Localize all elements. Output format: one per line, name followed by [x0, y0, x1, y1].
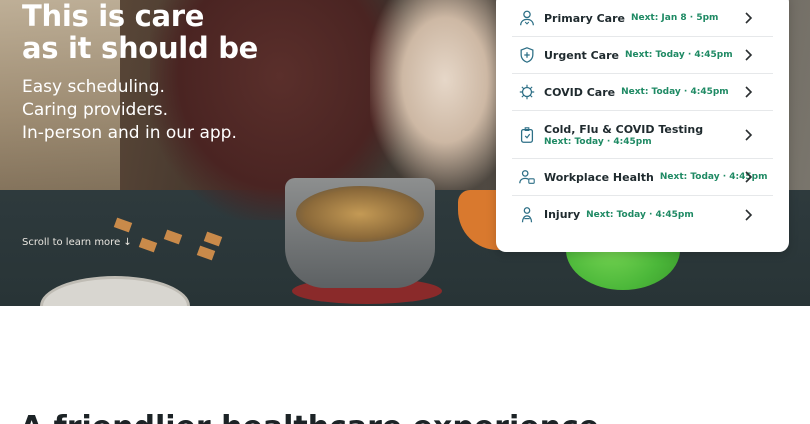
hero-subtitle-line: Caring providers. [22, 100, 169, 120]
chevron-right-icon [745, 171, 753, 183]
care-option-label: Injury [544, 208, 581, 221]
chevron-right-icon [745, 208, 753, 221]
chevron-right-icon [745, 49, 753, 61]
next-availability: Next: Today · 4:45pm [544, 136, 652, 147]
care-option-label: Primary Care [544, 11, 625, 25]
chevron-right-icon [745, 86, 753, 98]
care-option-label: Cold, Flu & COVID Testing [544, 122, 704, 136]
section-heading: A friendlier healthcare experience [20, 410, 599, 424]
hero-title-line: This is care [22, 0, 205, 33]
care-option-label: Workplace Health [544, 170, 654, 184]
hero-subtitle: Easy scheduling. Caring providers. In-pe… [22, 76, 237, 145]
worker-icon [519, 170, 535, 184]
hero-subtitle-line: Easy scheduling. [22, 77, 165, 97]
virus-icon [519, 84, 535, 100]
care-option-workplace-health[interactable]: Workplace Health Next: Today · 4:45pm [512, 159, 773, 196]
hero-subtitle-line: In-person and in our app. [22, 123, 237, 143]
injury-icon [521, 206, 533, 222]
next-availability: Next: Today · 4:45pm [621, 87, 729, 97]
care-option-injury[interactable]: Injury Next: Today · 4:45pm [512, 196, 773, 233]
care-option-testing[interactable]: Cold, Flu & COVID Testing Next: Today · … [512, 111, 773, 159]
next-availability: Next: Jan 8 · 5pm [630, 13, 719, 23]
hero-photo-pot-contents [296, 186, 424, 242]
care-option-text: Cold, Flu & COVID Testing Next: Today · … [544, 123, 703, 147]
care-option-primary-care[interactable]: Primary Care Next: Jan 8 · 5pm [512, 0, 773, 37]
next-availability: Next: Today · 4:45pm [625, 50, 733, 60]
next-availability: Next: Today · 4:45pm [586, 209, 694, 220]
care-option-urgent-care[interactable]: Urgent Care Next: Today · 4:45pm [512, 37, 773, 74]
hero-title-line: as it should be [22, 31, 259, 65]
care-options-card: Primary Care Next: Jan 8 · 5pm Urgent Ca… [496, 0, 789, 252]
care-option-covid-care[interactable]: COVID Care Next: Today · 4:45pm [512, 74, 773, 111]
scroll-to-learn-more-link[interactable]: Scroll to learn more ↓ [22, 237, 132, 248]
care-option-label: COVID Care [544, 85, 616, 99]
care-option-label: Urgent Care [544, 48, 619, 62]
person-icon [520, 10, 534, 26]
test-kit-icon [520, 126, 534, 143]
hero-title: This is care as it should be [22, 0, 258, 64]
chevron-right-icon [745, 128, 753, 141]
chevron-right-icon [745, 12, 753, 24]
shield-cross-icon [520, 47, 534, 63]
